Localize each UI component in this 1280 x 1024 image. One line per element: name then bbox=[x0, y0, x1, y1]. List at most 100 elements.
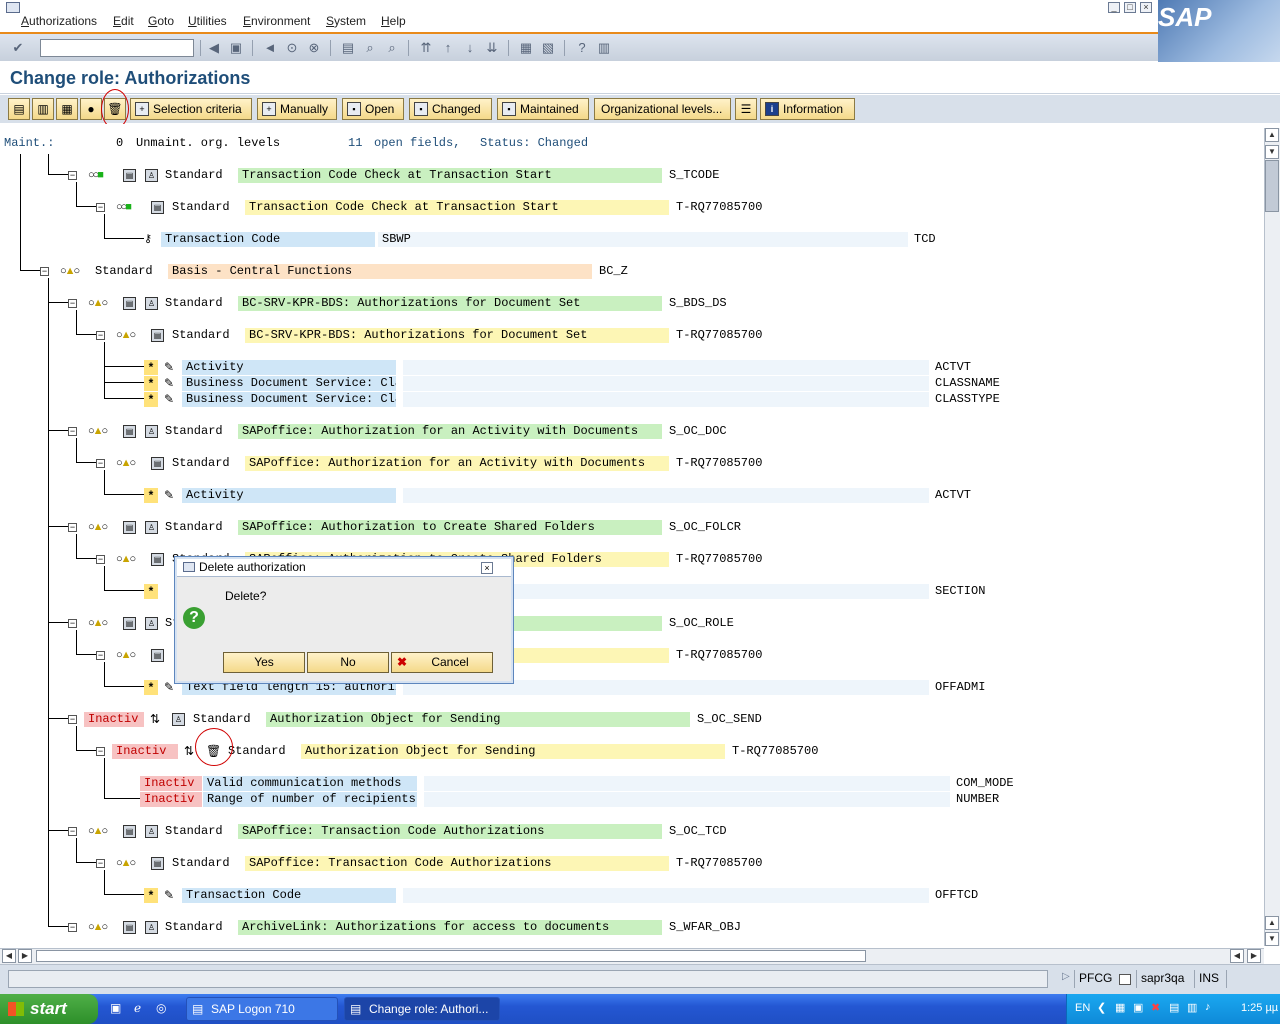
stop-icon[interactable]: ● bbox=[80, 98, 102, 120]
collapse-node-icon[interactable]: − bbox=[68, 523, 77, 532]
pencil-icon[interactable]: ✎ bbox=[164, 488, 174, 503]
collapse-node-icon[interactable]: − bbox=[96, 331, 105, 340]
system-info-icon[interactable] bbox=[1119, 974, 1131, 985]
selection-criteria-button[interactable]: + Selection criteria bbox=[130, 98, 252, 120]
sync-icon[interactable]: ▤ bbox=[1169, 1001, 1179, 1014]
tree-row-field[interactable]: * ✎ Transaction Code OFFTCD bbox=[0, 888, 1260, 904]
person-icon[interactable]: ♙ bbox=[145, 521, 158, 534]
person-icon[interactable]: ♙ bbox=[145, 617, 158, 630]
list-icon[interactable]: ☰ bbox=[735, 98, 757, 120]
task-change-role[interactable]: ▤ Change role: Authori... bbox=[344, 997, 500, 1021]
field-value[interactable] bbox=[403, 392, 929, 407]
field-value[interactable] bbox=[424, 776, 950, 791]
menu-system[interactable]: System bbox=[326, 14, 366, 28]
status-expand-icon[interactable]: ▷ bbox=[1062, 971, 1070, 982]
no-button[interactable]: No bbox=[307, 652, 389, 673]
language-indicator[interactable]: EN bbox=[1075, 1002, 1090, 1014]
authorization-icon[interactable]: ▤ bbox=[151, 329, 164, 342]
find-icon[interactable]: ⌕ bbox=[362, 40, 378, 56]
object-icon[interactable]: ▤ bbox=[123, 825, 136, 838]
collapse-node-icon[interactable]: − bbox=[68, 427, 77, 436]
scroll-down-icon[interactable]: ▼ bbox=[1265, 932, 1279, 946]
collapse-node-icon[interactable]: − bbox=[68, 715, 77, 724]
tree-row-field[interactable]: * ✎ Activity ACTVT bbox=[0, 488, 1260, 504]
window-menu-icon[interactable] bbox=[6, 2, 20, 13]
person-icon[interactable]: ♙ bbox=[145, 169, 158, 182]
ie-icon[interactable]: ℯ bbox=[134, 1001, 141, 1015]
media-icon[interactable]: ◎ bbox=[156, 1001, 166, 1015]
cancel-button[interactable]: ✖ Cancel bbox=[391, 652, 493, 673]
collapse-node-icon[interactable]: − bbox=[96, 747, 105, 756]
menu-help[interactable]: Help bbox=[381, 14, 406, 28]
person-icon[interactable]: ♙ bbox=[145, 921, 158, 934]
start-button[interactable]: start bbox=[0, 994, 98, 1024]
information-button[interactable]: i Information bbox=[760, 98, 855, 120]
tree-row-field[interactable]: * ✎ Business Document Service: Cla CLASS… bbox=[0, 392, 1260, 408]
collapse-node-icon[interactable]: − bbox=[68, 827, 77, 836]
object-icon[interactable]: ▤ bbox=[123, 521, 136, 534]
menu-environment[interactable]: Environment bbox=[243, 14, 310, 28]
horizontal-scroll-thumb[interactable] bbox=[36, 950, 866, 962]
object-icon[interactable]: ▤ bbox=[123, 921, 136, 934]
person-icon[interactable]: ♙ bbox=[145, 297, 158, 310]
tree-row-object[interactable]: − ○▲○ ▤ ♙ Standard SAPoffice: Transactio… bbox=[0, 824, 1260, 840]
find-next-icon[interactable]: ⌕ bbox=[384, 40, 400, 56]
print-icon[interactable]: ▤ bbox=[340, 40, 356, 56]
collapse-node-icon[interactable]: − bbox=[68, 923, 77, 932]
tree-row-field[interactable]: * ✎ Activity ACTVT bbox=[0, 360, 1260, 376]
tree-row-authorization[interactable]: − Inactiv ⇅ 🗑 Standard Authorization Obj… bbox=[0, 744, 1260, 760]
task-sap-logon[interactable]: ▤ SAP Logon 710 bbox=[186, 997, 338, 1021]
menu-edit[interactable]: Edit bbox=[113, 14, 134, 28]
authorization-icon[interactable]: ▤ bbox=[151, 553, 164, 566]
display-icon[interactable]: ▥ bbox=[1187, 1001, 1197, 1014]
field-value[interactable] bbox=[403, 888, 929, 903]
new-session-icon[interactable]: ▦ bbox=[518, 40, 534, 56]
collapse-node-icon[interactable]: − bbox=[68, 619, 77, 628]
object-icon[interactable]: ▤ bbox=[123, 169, 136, 182]
menu-goto[interactable]: Goto bbox=[148, 14, 174, 28]
scroll-right-page-icon[interactable]: ◀ bbox=[1230, 949, 1244, 963]
scroll-up-page-icon[interactable]: ▼ bbox=[1265, 145, 1279, 159]
person-icon[interactable]: ♙ bbox=[145, 825, 158, 838]
yes-button[interactable]: Yes bbox=[223, 652, 305, 673]
dialog-close-icon[interactable]: × bbox=[481, 562, 493, 574]
close-icon[interactable]: × bbox=[1140, 2, 1152, 13]
tree-row-authorization[interactable]: − ○▲○ ▤ Standard BC-SRV-KPR-BDS: Authori… bbox=[0, 328, 1260, 344]
vertical-scroll-thumb[interactable] bbox=[1265, 160, 1279, 212]
tree-row-field[interactable]: Inactiv Valid communication methods COM_… bbox=[0, 776, 1260, 792]
desktop-icon[interactable]: ▣ bbox=[110, 1001, 121, 1015]
exit-icon[interactable]: ⊙ bbox=[284, 40, 300, 56]
volume-icon[interactable]: ♪ bbox=[1205, 1001, 1211, 1013]
tree-row-object[interactable]: − ○▲○ ▤ ♙ Standard SAPoffice: Authorizat… bbox=[0, 520, 1260, 536]
object-icon[interactable]: ▤ bbox=[123, 297, 136, 310]
person-icon[interactable]: ♙ bbox=[172, 713, 185, 726]
changed-button[interactable]: ▪ Changed bbox=[409, 98, 492, 120]
person-icon[interactable]: ♙ bbox=[145, 425, 158, 438]
object-icon[interactable]: ▤ bbox=[123, 425, 136, 438]
scroll-right-icon[interactable]: ▶ bbox=[1247, 949, 1261, 963]
tray-expand-icon[interactable]: ❮ bbox=[1097, 1001, 1106, 1014]
alert-icon[interactable]: ✖ bbox=[1151, 1001, 1160, 1014]
pencil-icon[interactable]: ✎ bbox=[164, 376, 174, 391]
previous-page-icon[interactable]: ↑ bbox=[440, 40, 456, 56]
collapse-node-icon[interactable]: − bbox=[96, 651, 105, 660]
scroll-up-icon[interactable]: ▲ bbox=[1265, 128, 1279, 142]
tree-row-authorization[interactable]: − ○○■ ▤ Standard Transaction Code Check … bbox=[0, 200, 1260, 216]
tree-row-object[interactable]: − ○○■ ▤ ♙ Standard Transaction Code Chec… bbox=[0, 168, 1260, 184]
first-page-icon[interactable]: ⇈ bbox=[418, 40, 434, 56]
generate-icon[interactable]: ▦ bbox=[56, 98, 78, 120]
authorization-icon[interactable]: ▤ bbox=[151, 457, 164, 470]
save-icon[interactable]: ▣ bbox=[228, 40, 244, 56]
tree-row-authorization[interactable]: − ○▲○ ▤ Standard SAPoffice: Authorizatio… bbox=[0, 456, 1260, 472]
tree-row-object[interactable]: − ○▲○ ▤ ♙ Standard ArchiveLink: Authoriz… bbox=[0, 920, 1260, 936]
shortcut-icon[interactable]: ▧ bbox=[540, 40, 556, 56]
vertical-scrollbar[interactable] bbox=[1264, 128, 1280, 946]
scroll-left-icon[interactable]: ◀ bbox=[2, 949, 16, 963]
enter-icon[interactable]: ✔ bbox=[10, 40, 26, 56]
collapse-node-icon[interactable]: − bbox=[96, 459, 105, 468]
pencil-icon[interactable]: ✎ bbox=[164, 888, 174, 903]
open-button[interactable]: ▪ Open bbox=[342, 98, 404, 120]
next-page-icon[interactable]: ↓ bbox=[462, 40, 478, 56]
tree-row-field[interactable]: ⚷ Transaction Code SBWP TCD bbox=[0, 232, 1260, 248]
scroll-left-page-icon[interactable]: ▶ bbox=[18, 949, 32, 963]
